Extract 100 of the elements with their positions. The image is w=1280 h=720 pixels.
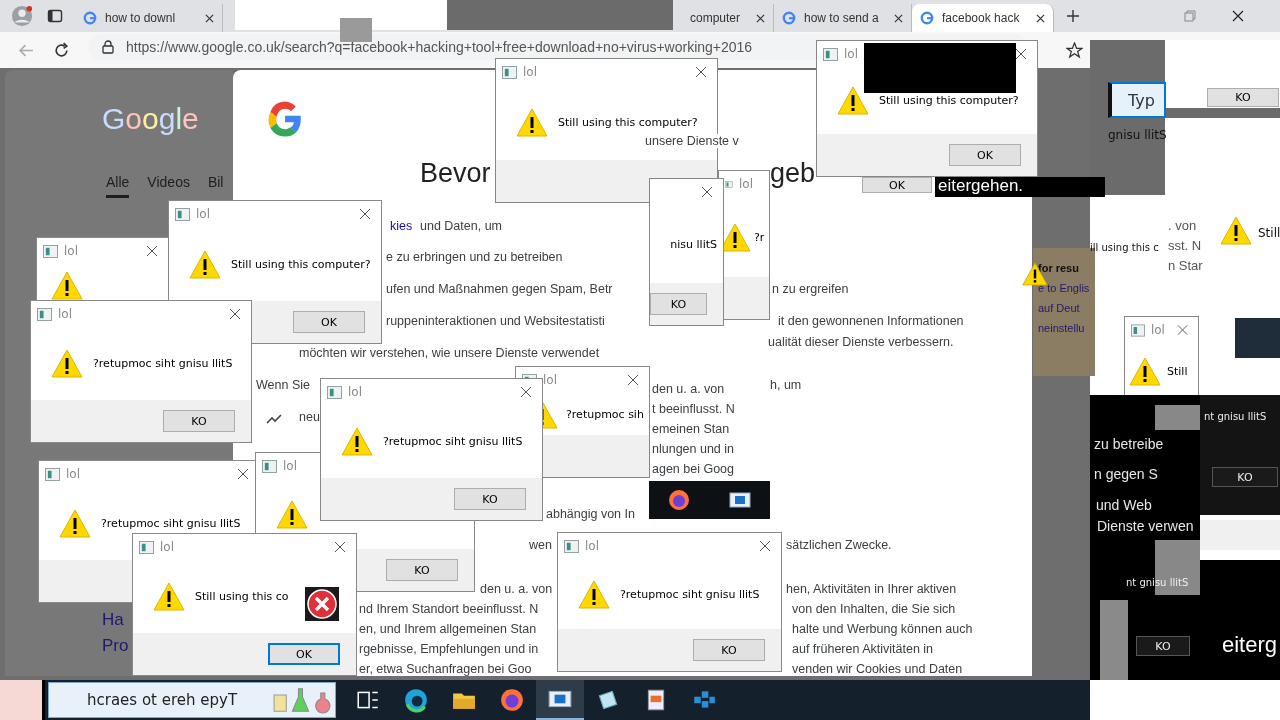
page-text: n gegen S (1094, 466, 1158, 482)
consent-text: den u. a. von (652, 382, 725, 396)
dialog-button[interactable]: KO (1136, 636, 1190, 656)
app-icon (43, 244, 58, 258)
close-icon[interactable] (701, 186, 713, 198)
close-icon[interactable] (359, 208, 371, 220)
google-logo: Google (102, 102, 199, 136)
profile-icon[interactable] (11, 5, 33, 27)
consent-text: er, etwa Suchanfragen bei Goo (359, 662, 532, 676)
consent-text: agen bei Goog (652, 462, 734, 476)
dialog-message: ?retupmoc siht gnisu llitS (101, 517, 241, 530)
dialog-button[interactable]: OK (293, 311, 365, 333)
dialog-title: lol (160, 540, 174, 554)
tab-actions-icon[interactable] (47, 8, 63, 24)
new-tab-icon[interactable] (1066, 9, 1080, 23)
cookies-link[interactable]: kies (390, 219, 413, 233)
consent-heading: Bevor (420, 158, 491, 189)
dialog-message: Still (1167, 365, 1188, 378)
page-text: n Star (1168, 258, 1203, 273)
consent-text: den u. a. von (480, 582, 553, 596)
dialog-title: lol (196, 207, 210, 221)
dialog-button[interactable]: KO (163, 410, 235, 432)
dialog-message: ?retupmoc siht gnisu llitS (93, 357, 233, 370)
app-icon (175, 207, 190, 221)
close-icon[interactable] (756, 13, 765, 23)
page-text: eiterg (1222, 632, 1278, 658)
app-icon (1131, 323, 1145, 337)
close-icon[interactable] (205, 13, 214, 23)
consent-text: ualität dieser Dienste verbessern. (768, 335, 954, 349)
close-icon[interactable] (894, 13, 903, 23)
close-icon[interactable] (1232, 10, 1244, 22)
consent-text: nd Ihrem Standort beeinflusst. N (359, 602, 539, 616)
dialog-message: ?retupmoc siht gnisu llitS (383, 435, 523, 448)
consent-text: t beeinflusst. N (652, 402, 735, 416)
lock-icon (102, 40, 114, 54)
consent-text: auf früheren Aktivitäten in (792, 642, 934, 656)
dialog-button[interactable]: KO (1207, 88, 1279, 107)
search-tab[interactable]: Bil (207, 174, 224, 198)
firefox-icon (499, 687, 525, 713)
consent-text: n zu ergreifen (772, 282, 849, 296)
dialog-button[interactable]: KO (386, 559, 458, 581)
tab-title: computer (690, 11, 742, 25)
page-text: und Web (1096, 497, 1152, 513)
app-icon (262, 459, 277, 473)
page-text: . von (1168, 218, 1197, 233)
consent-text: möchten wir verstehen, wie unsere Dienste verwendet (299, 346, 600, 360)
dialog-title: lol (283, 459, 297, 473)
dialog-title: lol (66, 467, 80, 481)
dialog-message: Still using this computer? (879, 94, 1019, 107)
close-icon[interactable] (237, 468, 249, 480)
panel-heading: for resu (1038, 262, 1080, 274)
close-icon[interactable] (759, 540, 771, 552)
reload-icon[interactable] (53, 41, 70, 59)
dialog-title: lol (523, 65, 537, 79)
consent-text: von den Inhalten, die Sie sich (792, 602, 956, 616)
consent-text: nlungen und in (652, 442, 735, 456)
consent-text: emeinen Stan (652, 422, 730, 436)
consent-text: ufen und Maßnahmen gegen Spam, Betr (386, 282, 613, 296)
close-icon[interactable] (1036, 13, 1045, 23)
tab-title: how to send a (804, 11, 880, 25)
dialog-message: ?r (754, 230, 765, 244)
close-icon[interactable] (229, 308, 241, 320)
close-icon[interactable] (695, 66, 707, 78)
panel-link[interactable]: neinstellu (1038, 322, 1090, 334)
dialog-title: lol (64, 244, 78, 258)
dialog-button[interactable]: KO (1212, 467, 1278, 487)
dialog-button[interactable]: KO (693, 639, 765, 661)
panel-link[interactable]: e to Englis (1038, 282, 1090, 294)
dialog-button[interactable]: OK (862, 177, 932, 193)
browser-tab[interactable]: facebook hack (912, 4, 1054, 32)
input-field[interactable]: Typ (1108, 82, 1166, 118)
page-text: zu betreibe (1094, 436, 1164, 452)
taskbar-app[interactable] (536, 680, 584, 720)
panel-link[interactable]: auf Deut (1038, 302, 1090, 314)
close-icon[interactable] (334, 541, 346, 553)
consent-text: halte und Werbung können auch (792, 622, 973, 636)
close-icon[interactable] (520, 386, 532, 398)
dialog-button[interactable]: OK (268, 643, 340, 665)
dialog-button[interactable]: OK (949, 144, 1021, 166)
dialog-title: lol (58, 307, 72, 321)
search-tab[interactable]: Videos (147, 174, 190, 198)
dialog-button[interactable]: KO (454, 488, 526, 510)
close-icon[interactable] (1015, 48, 1027, 60)
close-icon[interactable] (627, 374, 639, 386)
dialog-title: lol (1150, 323, 1165, 337)
favorites-icon[interactable] (1066, 41, 1083, 59)
search-tab[interactable]: Alle (106, 174, 130, 198)
close-icon[interactable] (146, 245, 158, 257)
dialog-title: lol (543, 373, 557, 387)
page-text: Still (1258, 226, 1280, 240)
tab-title: how to downl (105, 11, 177, 25)
consent-text: neu (299, 410, 320, 424)
dialog-button[interactable]: KO (650, 293, 707, 315)
tab-title: facebook hack (942, 11, 1021, 25)
consent-text: wen (529, 538, 552, 552)
consent-text: e zu erbringen und zu betreiben (386, 250, 563, 264)
url-text: https://www.google.co.uk/search?q=facebook+hacking+tool+free+download+no+virus+working+2016 (126, 39, 753, 55)
app-icon (37, 307, 52, 321)
dialog-title: lol (348, 385, 362, 399)
app-icon (45, 467, 60, 481)
